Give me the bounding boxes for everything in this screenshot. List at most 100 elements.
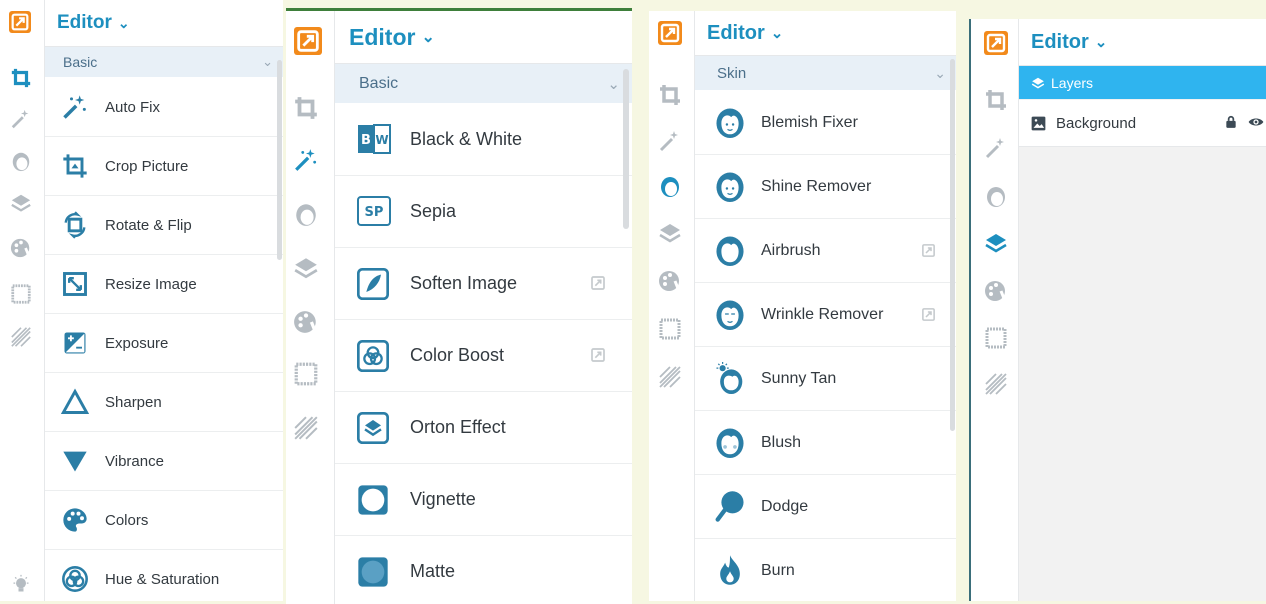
editor-panel-3: Editor ⌄ Skin ⌄ Blemish Fixer Shine Remo…: [649, 11, 956, 601]
magic-tool-icon[interactable]: [658, 129, 682, 153]
list-item-dodge[interactable]: Dodge: [695, 475, 956, 539]
face-tool-icon[interactable]: [10, 150, 32, 172]
layers-icon: [1031, 76, 1045, 90]
paint-tool-icon[interactable]: [984, 279, 1008, 303]
list-item-exposure[interactable]: Exposure: [45, 314, 283, 373]
face-tool-icon[interactable]: [658, 174, 682, 198]
list-item-burn[interactable]: Burn: [695, 539, 956, 601]
editor-title: Editor: [349, 23, 416, 50]
paint-tool-icon[interactable]: [293, 309, 319, 335]
list-item-auto-fix[interactable]: Auto Fix: [45, 78, 283, 137]
list-item-hue-saturation[interactable]: Hue & Saturation: [45, 550, 283, 601]
frame-tool-icon[interactable]: [293, 361, 319, 387]
list-item-sepia[interactable]: SP Sepia: [335, 176, 632, 248]
list-item-label: Vibrance: [105, 452, 164, 470]
premium-badge-icon: [921, 307, 936, 322]
layer-name: Background: [1056, 114, 1137, 132]
list-item-label: Exposure: [105, 334, 169, 352]
list-item-black-white[interactable]: BW Black & White: [335, 104, 632, 176]
app-logo-icon[interactable]: [658, 21, 682, 45]
face-icon: [715, 298, 745, 330]
texture-tool-icon[interactable]: [984, 372, 1008, 396]
frame-tool-icon[interactable]: [10, 283, 32, 305]
list-item-label: Rotate & Flip: [105, 216, 192, 234]
list-item-colors[interactable]: Colors: [45, 491, 283, 550]
list-item-blush[interactable]: Blush: [695, 411, 956, 475]
editor-header[interactable]: Editor ⌄: [1019, 19, 1266, 66]
crop-tool-icon[interactable]: [658, 83, 682, 107]
list-item-label: Wrinkle Remover: [761, 305, 884, 323]
list-item-wrinkle-remover[interactable]: Wrinkle Remover: [695, 283, 956, 347]
category-dropdown[interactable]: Basic ⌄: [335, 64, 632, 103]
texture-tool-icon[interactable]: [10, 326, 32, 348]
layer-row-background[interactable]: Background: [1019, 100, 1266, 147]
editor-header[interactable]: Editor ⌄: [45, 0, 283, 47]
magic-tool-icon[interactable]: [293, 147, 319, 173]
app-logo-icon[interactable]: [9, 11, 31, 33]
list-item-label: Dodge: [761, 497, 809, 515]
matte-icon: [357, 556, 389, 588]
chevron-down-icon: ⌄: [421, 29, 435, 46]
list-item-vibrance[interactable]: Vibrance: [45, 432, 283, 491]
list-item-label: Resize Image: [105, 275, 197, 293]
list-item-label: Hue & Saturation: [105, 570, 220, 588]
category-label: Basic: [359, 74, 399, 92]
app-logo-icon[interactable]: [294, 27, 322, 55]
eye-icon[interactable]: [1248, 115, 1264, 129]
crop-picture-icon: [61, 152, 89, 180]
frame-tool-icon[interactable]: [984, 326, 1008, 350]
list-item-label: Vignette: [410, 489, 476, 509]
face-tool-icon[interactable]: [984, 184, 1008, 208]
list-item-vignette[interactable]: Vignette: [335, 464, 632, 536]
frame-tool-icon[interactable]: [658, 317, 682, 341]
list-item-soften-image[interactable]: Soften Image: [335, 248, 632, 320]
category-dropdown[interactable]: Basic ⌄: [45, 47, 283, 77]
face-tool-icon[interactable]: [293, 201, 319, 227]
list-item-matte[interactable]: Matte: [335, 536, 632, 604]
list-item-airbrush[interactable]: Airbrush: [695, 219, 956, 283]
list-item-label: Sepia: [410, 201, 457, 221]
crop-tool-icon[interactable]: [984, 88, 1008, 112]
layers-tool-icon[interactable]: [658, 221, 682, 245]
list-item-resize-image[interactable]: Resize Image: [45, 255, 283, 314]
lightbulb-icon[interactable]: [11, 573, 31, 595]
list-item-color-boost[interactable]: Color Boost: [335, 320, 632, 392]
list-item-label: Orton Effect: [410, 417, 506, 437]
scrollbar[interactable]: [950, 59, 955, 431]
flame-icon: [715, 554, 745, 586]
layers-header[interactable]: Layers: [1019, 66, 1266, 99]
magic-tool-icon[interactable]: [10, 108, 32, 130]
crop-tool-icon[interactable]: [10, 67, 32, 89]
list-item-blemish-fixer[interactable]: Blemish Fixer: [695, 91, 956, 155]
category-dropdown[interactable]: Skin ⌄: [695, 56, 956, 90]
scrollbar[interactable]: [277, 60, 282, 260]
scrollbar[interactable]: [623, 69, 629, 229]
list-item-label: Sunny Tan: [761, 369, 837, 387]
image-icon: [1031, 116, 1046, 131]
layers-tool-icon[interactable]: [984, 231, 1008, 255]
editor-header[interactable]: Editor ⌄: [695, 11, 956, 56]
list-item-sunny-tan[interactable]: Sunny Tan: [695, 347, 956, 411]
paint-tool-icon[interactable]: [658, 269, 682, 293]
list-item-label: Sharpen: [105, 393, 162, 411]
list-item-orton-effect[interactable]: Orton Effect: [335, 392, 632, 464]
magic-tool-icon[interactable]: [984, 136, 1008, 160]
layers-tool-icon[interactable]: [10, 192, 32, 214]
tool-list: Blemish Fixer Shine Remover Airbrush Wri…: [695, 91, 956, 601]
list-item-sharpen[interactable]: Sharpen: [45, 373, 283, 432]
crop-tool-icon[interactable]: [293, 95, 319, 121]
layers-tool-icon[interactable]: [293, 255, 319, 281]
list-item-shine-remover[interactable]: Shine Remover: [695, 155, 956, 219]
list-item-crop-picture[interactable]: Crop Picture: [45, 137, 283, 196]
face-icon: [715, 426, 745, 458]
paint-tool-icon[interactable]: [10, 237, 32, 259]
svg-text:W: W: [375, 133, 388, 147]
svg-text:B: B: [361, 133, 371, 148]
texture-tool-icon[interactable]: [658, 365, 682, 389]
editor-header[interactable]: Editor ⌄: [335, 11, 632, 64]
texture-tool-icon[interactable]: [293, 415, 319, 441]
list-item-rotate-flip[interactable]: Rotate & Flip: [45, 196, 283, 255]
dodge-icon: [715, 490, 745, 522]
app-logo-icon[interactable]: [984, 31, 1008, 55]
lock-icon[interactable]: [1224, 115, 1238, 129]
